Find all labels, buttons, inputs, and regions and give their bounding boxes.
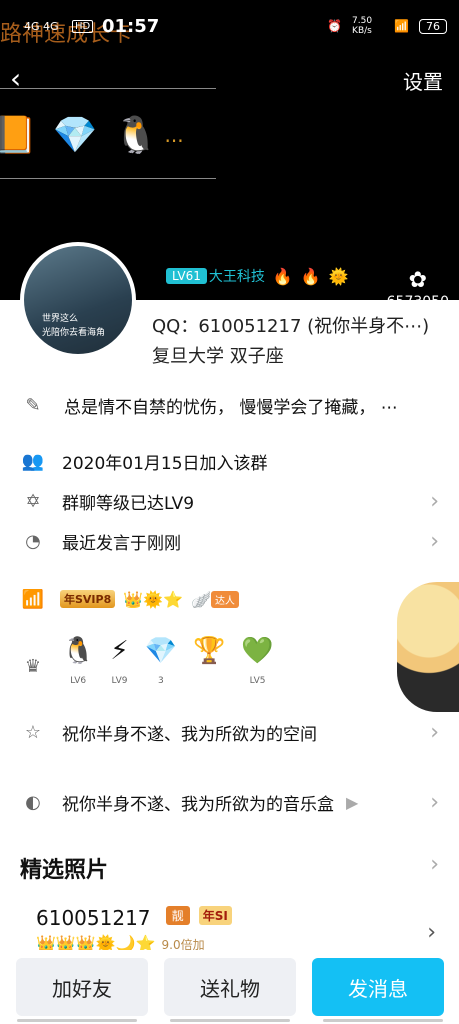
- penguin-crown-medal-icon: 🐧: [113, 115, 159, 156]
- avatar-caption-line1: 世界这么: [42, 314, 79, 324]
- nickname: 大王科技: [208, 269, 265, 285]
- qq-penguin-icon: 🐧 LV6: [62, 636, 95, 686]
- more-medals-indicator: ...: [164, 123, 184, 147]
- diamond-medal-icon: 💎: [52, 115, 98, 156]
- system-nav-bar: [0, 1019, 459, 1022]
- chevron-right-icon: ›: [427, 920, 436, 945]
- space-text: 祝你半身不遂、我为所欲为的空间: [62, 724, 317, 745]
- back-arrow-icon[interactable]: ‹: [10, 62, 21, 95]
- avatar-caption: 世界这么 光陪你去看海角: [42, 312, 105, 340]
- book-medal-icon: 📙: [0, 115, 37, 156]
- level-badge: LV61: [166, 268, 207, 284]
- green-diamond-icon: 💚 LV5: [241, 636, 274, 686]
- flower-icon: ✿: [408, 268, 428, 293]
- signature-text: 总是情不自禁的忧伤， 慢慢学会了掩藏， ⋯: [64, 397, 398, 418]
- join-date-row: 👥 2020年01月15日加入该群: [0, 446, 459, 476]
- clock-icon: ◔: [25, 530, 41, 552]
- action-bar: 加好友 送礼物 发消息: [0, 950, 459, 1024]
- music-text: 祝你半身不遂、我为所欲为的音乐盒: [62, 794, 334, 815]
- star-icon: ☆: [24, 721, 42, 743]
- sun-icon: 🌞: [328, 266, 349, 286]
- clock: 01:57: [102, 16, 160, 37]
- photos-chevron-icon[interactable]: ›: [430, 852, 439, 877]
- flame-icon: 🔥: [300, 266, 321, 286]
- navigation-bar: ‹ 设置: [0, 60, 459, 96]
- ruby-icon: 💎 3: [144, 636, 178, 686]
- divider: [0, 88, 216, 89]
- wings-icon: 🪽: [191, 589, 211, 609]
- profile-badges: LV61 大王科技 🔥 🔥 🌞: [166, 266, 349, 286]
- wifi-icon: 📶: [394, 19, 409, 33]
- pretty-number-card[interactable]: 610051217 靓 年SI 👑👑👑🌞🌙⭐ 9.0倍加 ›: [36, 906, 436, 953]
- music-row[interactable]: ◐ 祝你半身不遂、我为所欲为的音乐盒 ▶ ›: [0, 786, 459, 818]
- chevron-right-icon: ›: [430, 528, 439, 554]
- last-speak-row[interactable]: ◔ 最近发言于刚刚 ›: [0, 526, 459, 556]
- people-icon: 👥: [21, 450, 45, 472]
- last-speak-text: 最近发言于刚刚: [62, 533, 181, 554]
- qq-number: QQ：610051217 (祝你半身不⋯): [152, 316, 430, 337]
- vip-row[interactable]: 📶 年SVIP8 👑🌞⭐ 🪽 达人: [0, 584, 459, 614]
- chevron-right-icon: ›: [430, 719, 439, 745]
- chevron-right-icon: ›: [430, 488, 439, 514]
- school-zodiac: 复旦大学 双子座: [152, 346, 284, 367]
- join-date-text: 2020年01月15日加入该群: [62, 453, 268, 474]
- svip-badge: 年SVIP8: [60, 590, 116, 608]
- signal-icon: 4G 4G: [24, 20, 59, 33]
- status-bar: 路神速成长卡 4G 4G HD 01:57 ⏰ 7.50 KB/s 📶 76: [0, 12, 459, 47]
- medal-wall[interactable]: 📙 💎 🐧 ...: [0, 114, 184, 156]
- music-disc-icon: ◐: [25, 791, 41, 813]
- year-svip-badge: 年SI: [198, 906, 232, 925]
- space-row[interactable]: ☆ 祝你半身不遂、我为所欲为的空间 ›: [0, 716, 459, 748]
- divider: [0, 178, 216, 179]
- alarm-icon: ⏰: [327, 19, 343, 33]
- bar-chart-icon: 📶: [21, 588, 45, 610]
- expert-badge: 达人: [210, 590, 239, 608]
- chevron-right-icon: ›: [430, 789, 439, 815]
- pretty-number-badge: 靓: [165, 906, 190, 925]
- trophy-icon: 🏆: [193, 636, 226, 666]
- settings-button[interactable]: 设置: [403, 66, 443, 95]
- battery-indicator: 76: [419, 18, 447, 34]
- lightning-icon: ⚡ LV9: [110, 636, 129, 686]
- send-gift-button[interactable]: 送礼物: [164, 958, 296, 1016]
- avatar[interactable]: 世界这么 光陪你去看海角: [20, 242, 136, 358]
- photos-section-title: 精选照片: [20, 858, 109, 883]
- signature-row[interactable]: ✎ 总是情不自禁的忧伤， 慢慢学会了掩藏， ⋯: [0, 390, 459, 420]
- star-of-david-icon: ✡: [25, 490, 41, 512]
- pencil-icon: ✎: [25, 394, 41, 416]
- avatar-caption-line2: 光陪你去看海角: [42, 328, 106, 338]
- crown-sun-star-icons: 👑🌞⭐: [123, 589, 184, 609]
- group-level-text: 群聊等级已达LV9: [62, 493, 195, 514]
- like-count[interactable]: ✿ 6573050: [386, 268, 449, 311]
- card-qq-number: 610051217: [36, 906, 151, 930]
- group-level-row[interactable]: ✡ 群聊等级已达LV9 ›: [0, 486, 459, 516]
- add-friend-button[interactable]: 加好友: [16, 958, 148, 1016]
- level-icon-list: 🐧 LV6 ⚡ LV9 💎 3 🏆 💚 LV5: [62, 636, 274, 696]
- send-message-button[interactable]: 发消息: [312, 958, 444, 1016]
- crown-icon: ♛: [24, 655, 42, 677]
- like-count-value: 6573050: [386, 294, 449, 310]
- play-icon[interactable]: ▶: [346, 793, 358, 812]
- anime-character-decoration: [397, 582, 459, 712]
- level-icons-row[interactable]: ♛ 🐧 LV6 ⚡ LV9 💎 3 🏆 💚 LV5: [0, 636, 459, 690]
- fire-icon: 🔥: [272, 266, 293, 286]
- hd-badge: HD: [72, 20, 94, 33]
- network-speed: 7.50 KB/s: [352, 16, 373, 36]
